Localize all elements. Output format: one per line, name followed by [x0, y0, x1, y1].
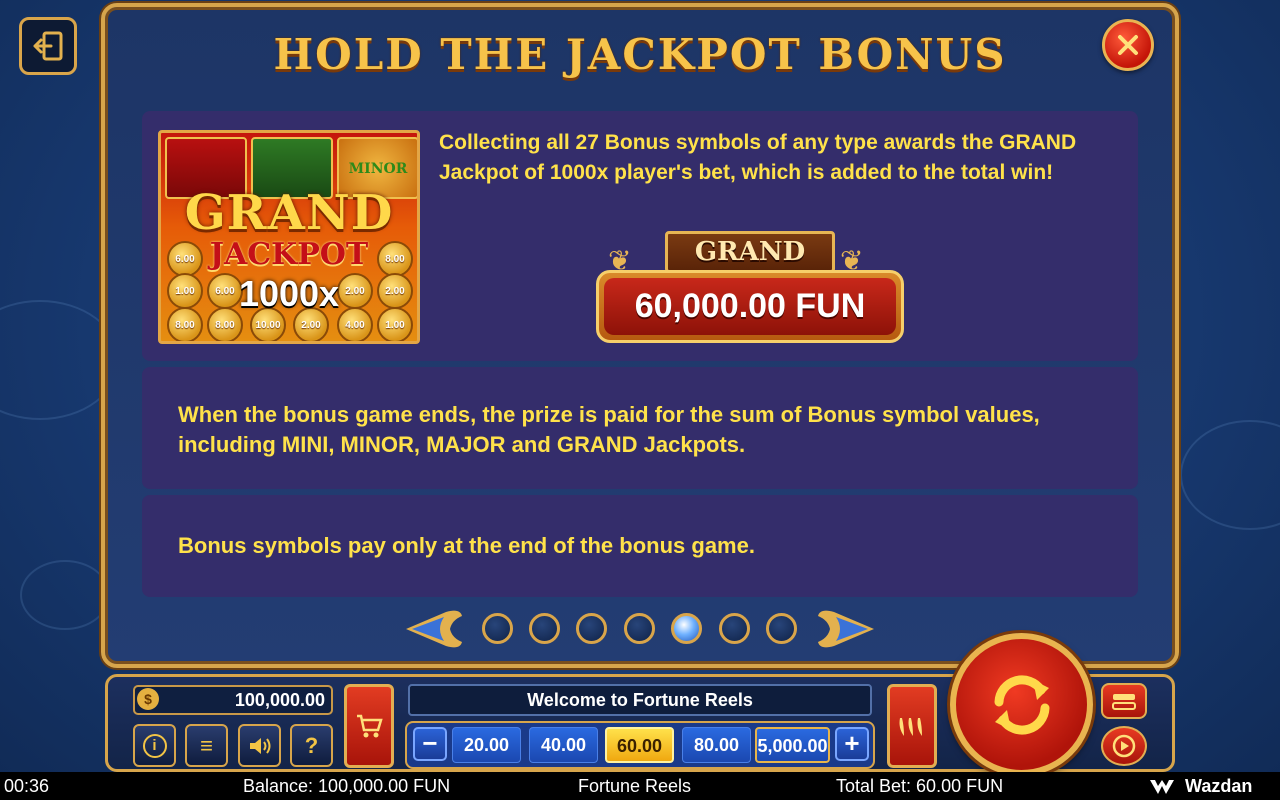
jackpot-word: JACKPOT	[209, 237, 369, 272]
page-dot[interactable]	[719, 613, 750, 644]
next-arrow-icon[interactable]	[814, 608, 878, 650]
menu-icon: ≡	[200, 732, 213, 758]
page-dot[interactable]	[624, 613, 655, 644]
help-button[interactable]: ?	[290, 724, 333, 767]
sound-button[interactable]	[238, 724, 281, 767]
footer-game-name: Fortune Reels	[578, 776, 692, 796]
money-bag-icon: $	[137, 688, 159, 710]
page-dot[interactable]	[529, 613, 560, 644]
info-icon: i	[142, 733, 167, 758]
bet-option-selected[interactable]: 60.00	[605, 727, 674, 763]
card-text: Bonus symbols pay only at the end of the…	[178, 533, 755, 558]
spin-arrows-icon	[994, 674, 1049, 735]
autoplay-button[interactable]	[1101, 726, 1147, 766]
brand-name: Wazdan	[1185, 776, 1253, 796]
welcome-message: Welcome to Fortune Reels	[408, 684, 872, 716]
footer-total-bet: Total Bet: 60.00 FUN	[836, 776, 1004, 796]
chili-icon	[899, 718, 922, 736]
footer-balance: Balance: 100,000.00 FUN	[243, 776, 451, 796]
minor-label: MINOR	[348, 161, 408, 177]
brand-logo-icon	[1150, 780, 1174, 795]
autoplay-icon	[1112, 734, 1136, 758]
buy-button[interactable]	[344, 684, 394, 768]
grand-jackpot-image: MINOR 6.00 8.00 1.00 6.00 2.00 2.00 8.00…	[158, 130, 420, 344]
menu-button[interactable]: ≡	[185, 724, 228, 767]
bet-option[interactable]: 80.00	[682, 727, 751, 763]
page-dot[interactable]	[576, 613, 607, 644]
info-button[interactable]: i	[133, 724, 176, 767]
page-dot-active[interactable]	[671, 613, 702, 644]
close-icon	[1118, 35, 1138, 55]
grand-value: 60,000.00 FUN	[604, 278, 896, 335]
grand-value-box: 60,000.00 FUN	[596, 270, 904, 343]
info-card-prize: When the bonus game ends, the prize is p…	[142, 367, 1138, 489]
card-text: When the bonus game ends, the prize is p…	[178, 402, 1040, 457]
cart-icon	[357, 714, 383, 738]
bet-increase-button[interactable]: +	[835, 727, 869, 761]
page-indicator	[0, 610, 1280, 650]
bet-option[interactable]: 40.00	[529, 727, 598, 763]
page-title: HOLD THE JACKPOT BONUS	[273, 30, 1007, 79]
autoplay-settings-button[interactable]	[1101, 683, 1147, 719]
speaker-icon	[249, 737, 270, 754]
spin-button[interactable]	[950, 633, 1093, 776]
card-text: Collecting all 27 Bonus symbols of any t…	[439, 131, 1077, 184]
clock: 00:36	[4, 776, 50, 796]
decor-swirl	[1180, 420, 1280, 530]
settings-icon	[1112, 694, 1136, 710]
jackpot-multiplier: 1000x	[238, 273, 340, 314]
prev-arrow-icon[interactable]	[402, 608, 466, 650]
grand-label: GRAND	[665, 231, 835, 273]
status-footer: 00:36 Balance: 100,000.00 FUN Fortune Re…	[0, 772, 1280, 800]
info-card-pay: Bonus symbols pay only at the end of the…	[142, 495, 1138, 597]
page-dot[interactable]	[766, 613, 797, 644]
help-icon: ?	[304, 732, 319, 758]
jackpot-grand-text: GRAND	[184, 185, 394, 241]
brand-logo: Wazdan	[1150, 776, 1252, 797]
balance-display: 100,000.00	[133, 685, 333, 715]
page-dot[interactable]	[482, 613, 513, 644]
bet-option[interactable]: 20.00	[452, 727, 521, 763]
volatility-button[interactable]	[887, 684, 937, 768]
close-button[interactable]	[1102, 19, 1154, 71]
bet-option[interactable]: 5,000.00	[755, 727, 830, 763]
bet-decrease-button[interactable]: −	[413, 727, 447, 761]
